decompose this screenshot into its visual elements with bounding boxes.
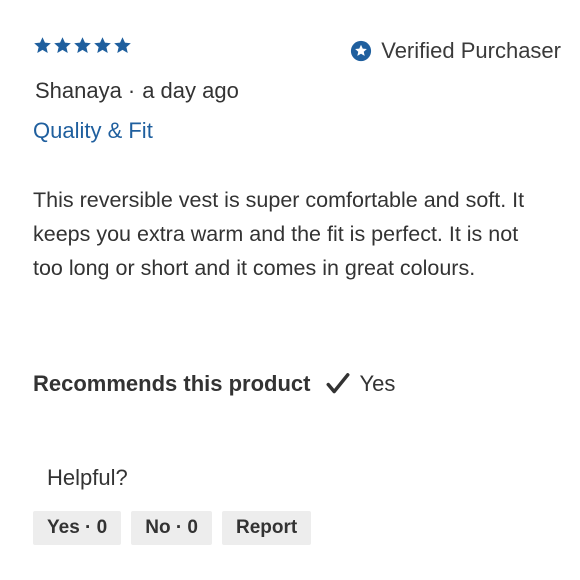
star-icon (54, 37, 71, 54)
review-meta: Shanaya · a day ago (35, 78, 239, 104)
review-body: This reversible vest is super comfortabl… (33, 188, 525, 280)
recommend-label: Recommends this product (33, 371, 311, 396)
verified-star-icon (351, 40, 372, 62)
meta-separator: · (127, 78, 136, 103)
reviewer-name: Shanaya (35, 78, 122, 103)
star-icon (74, 37, 91, 54)
review-time: a day ago (142, 78, 239, 103)
helpful-yes-button[interactable]: Yes · 0 (33, 511, 122, 545)
star-icon (34, 37, 51, 54)
star-icon (94, 37, 111, 54)
helpful-no-button[interactable]: No · 0 (131, 511, 212, 545)
review-rating-stars (33, 36, 132, 55)
recommendation: Recommends this product Yes (33, 371, 395, 397)
star-icon (114, 37, 131, 54)
checkmark-icon (327, 373, 350, 394)
review-category-link[interactable]: Quality & Fit (33, 118, 153, 144)
feedback-buttons: Yes · 0 No · 0 Report (33, 511, 312, 545)
verified-label: Verified Purchaser (381, 38, 561, 63)
recommend-value: Yes (359, 371, 396, 396)
report-button[interactable]: Report (222, 511, 312, 545)
helpful-prompt: Helpful? (47, 465, 128, 490)
verified-purchaser-badge: Verified Purchaser (350, 38, 561, 64)
